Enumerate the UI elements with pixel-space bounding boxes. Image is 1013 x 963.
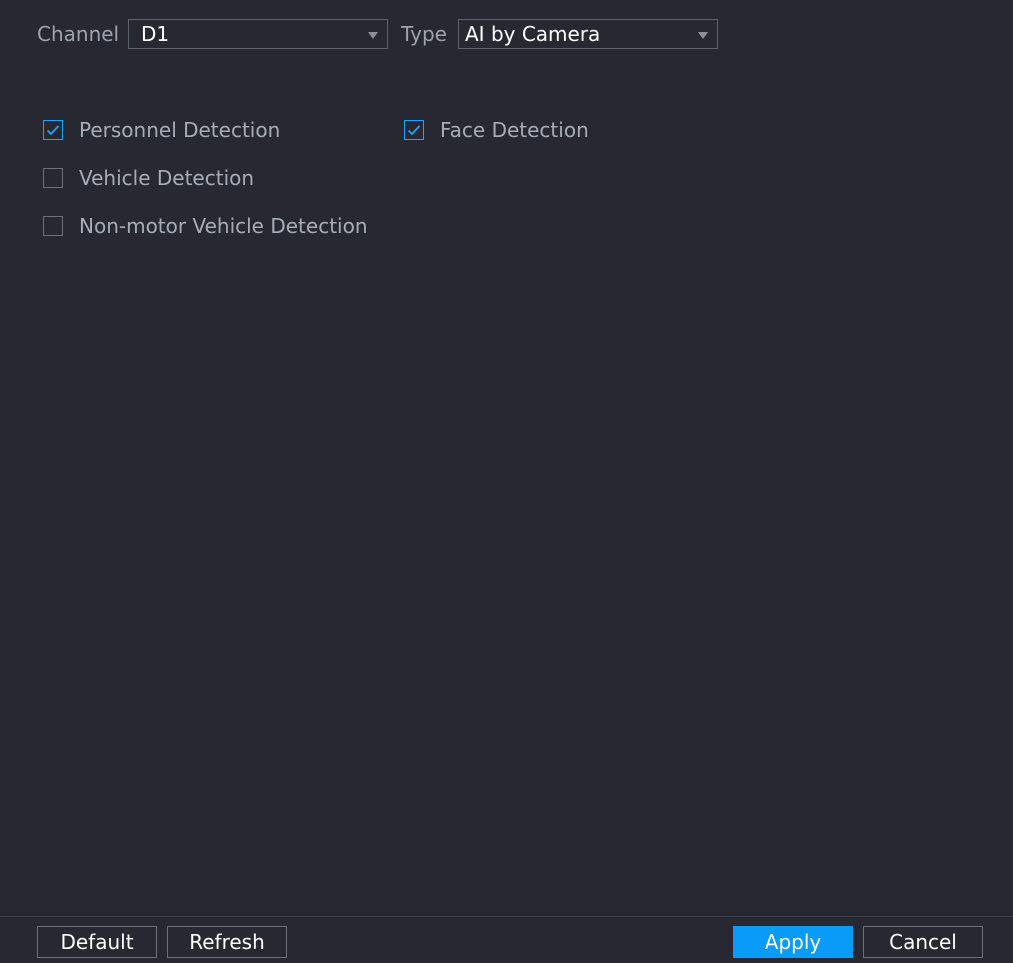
non-motor-vehicle-detection-checkbox[interactable]: Non-motor Vehicle Detection	[43, 214, 368, 238]
face-detection-checkbox[interactable]: Face Detection	[404, 118, 589, 142]
checkbox-box[interactable]	[43, 168, 63, 188]
checkmark-icon	[407, 125, 421, 136]
checkbox-label: Vehicle Detection	[79, 166, 255, 190]
chevron-down-icon	[698, 32, 708, 39]
checkbox-label: Non-motor Vehicle Detection	[79, 214, 368, 238]
type-select-value: AI by Camera	[465, 22, 601, 46]
default-button[interactable]: Default	[37, 926, 157, 958]
footer-divider	[0, 916, 1013, 917]
checkbox-box[interactable]	[43, 120, 63, 140]
type-select[interactable]: AI by Camera	[458, 19, 718, 49]
apply-button[interactable]: Apply	[733, 926, 853, 958]
type-label: Type	[401, 22, 447, 46]
cancel-button[interactable]: Cancel	[863, 926, 983, 958]
channel-select[interactable]: D1	[128, 19, 388, 49]
refresh-button[interactable]: Refresh	[167, 926, 287, 958]
vehicle-detection-checkbox[interactable]: Vehicle Detection	[43, 166, 254, 190]
checkmark-icon	[46, 125, 60, 136]
checkbox-label: Personnel Detection	[79, 118, 281, 142]
checkbox-box[interactable]	[404, 120, 424, 140]
channel-select-value: D1	[141, 22, 170, 46]
chevron-down-icon	[368, 32, 378, 39]
channel-label: Channel	[37, 22, 120, 46]
personnel-detection-checkbox[interactable]: Personnel Detection	[43, 118, 280, 142]
checkbox-label: Face Detection	[440, 118, 589, 142]
checkbox-box[interactable]	[43, 216, 63, 236]
